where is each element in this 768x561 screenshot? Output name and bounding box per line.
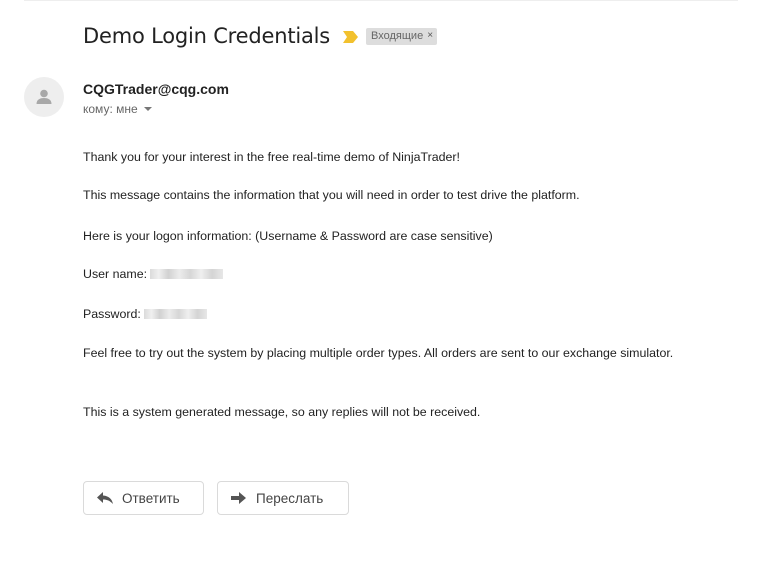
password-line: Password: <box>83 307 207 321</box>
body-line-2: This message contains the information th… <box>83 188 580 202</box>
password-label: Password: <box>83 307 141 321</box>
username-label: User name: <box>83 267 148 281</box>
forward-button[interactable]: Переслать <box>217 481 349 515</box>
reply-label: Ответить <box>122 490 180 506</box>
forward-icon <box>231 492 246 504</box>
recipient-text: кому: мне <box>83 102 138 116</box>
sender-address[interactable]: CQGTrader@cqg.com <box>83 81 229 97</box>
label-close-icon[interactable]: × <box>427 29 433 43</box>
importance-marker-icon[interactable] <box>343 30 359 43</box>
body-line-1: Thank you for your interest in the free … <box>83 150 460 164</box>
person-icon <box>36 89 52 104</box>
top-divider <box>24 0 738 1</box>
username-redacted <box>150 269 224 279</box>
body-line-3: Here is your logon information: (Usernam… <box>83 229 493 243</box>
avatar[interactable] <box>24 77 64 117</box>
body-line-4: Feel free to try out the system by placi… <box>83 346 674 360</box>
password-redacted <box>143 309 207 319</box>
recipient-row: кому: мне <box>83 102 152 116</box>
subject-row: Demo Login Credentials Входящие × <box>83 21 438 51</box>
reply-icon <box>97 492 113 504</box>
inbox-label-text: Входящие <box>371 29 424 42</box>
body-line-5: This is a system generated message, so a… <box>83 405 481 419</box>
email-subject: Demo Login Credentials <box>83 24 331 48</box>
recipient-details-arrow-icon[interactable] <box>143 107 152 111</box>
inbox-label-chip[interactable]: Входящие × <box>366 27 438 45</box>
forward-label: Переслать <box>256 490 324 506</box>
username-line: User name: <box>83 267 224 281</box>
reply-button[interactable]: Ответить <box>83 481 204 515</box>
